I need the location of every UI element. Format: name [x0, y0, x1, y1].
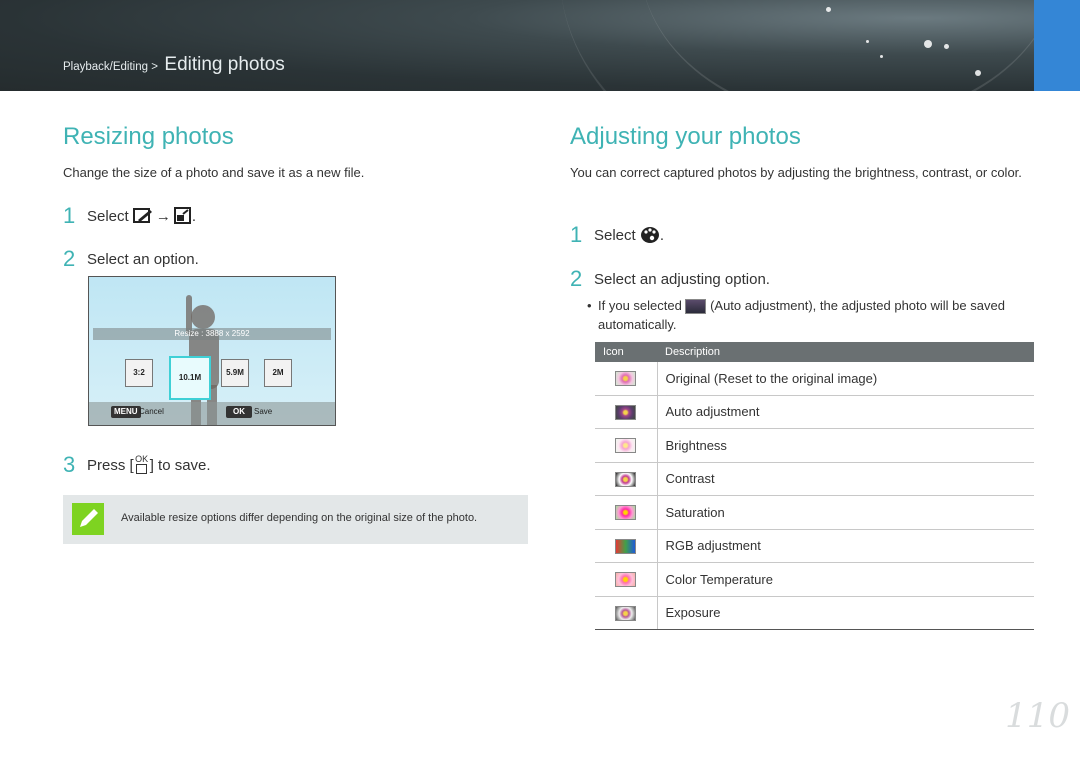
save-label: Save: [254, 407, 273, 416]
table-cell-description: RGB adjustment: [657, 529, 1034, 563]
table-cell-description: Brightness: [657, 428, 1034, 463]
banner-sparkle: [944, 44, 949, 49]
saturation-icon: [615, 505, 637, 521]
banner-sparkle: [880, 55, 883, 58]
step-text: ] to save.: [149, 456, 211, 474]
table-row: Brightness: [595, 428, 1034, 463]
size-option[interactable]: 2M: [264, 359, 292, 387]
table-header-icon: Icon: [595, 342, 657, 362]
note-box: Available resize options differ dependin…: [63, 495, 528, 544]
menu-key[interactable]: MENU: [111, 406, 141, 418]
auto-adjust-icon: [685, 299, 707, 315]
table-row: Contrast: [595, 462, 1034, 496]
brightness-icon: [615, 438, 637, 454]
camera-screen: Resize : 3888 x 2592 3:2 10.1M 5.9M 2M M…: [88, 276, 336, 426]
resize-step-3: 3 Press [ OK ] to save.: [63, 452, 211, 478]
chapter-tab[interactable]: [1034, 0, 1080, 91]
section-title-resizing: Resizing photos: [63, 123, 234, 150]
auto-adjust-icon: [615, 404, 637, 420]
adjust-options-table: Icon Description Original (Reset to the …: [595, 342, 1034, 630]
resize-step-1: 1 Select → .: [63, 203, 196, 229]
step-end: .: [659, 226, 665, 244]
step-number: 2: [63, 246, 76, 271]
banner-sparkle: [866, 40, 869, 43]
banner-sparkle: [924, 40, 932, 48]
adjust-step-2: 2 Select an adjusting option.: [570, 266, 770, 292]
resize-icon: [173, 207, 191, 224]
step-end: .: [191, 207, 197, 225]
resize-step-2: 2 Select an option.: [63, 246, 199, 272]
original-icon: [615, 371, 637, 387]
table-cell-description: Saturation: [657, 495, 1034, 530]
banner-sparkle: [975, 70, 981, 76]
adjust-step-1: 1 Select .: [570, 222, 664, 248]
table-row: Color Temperature: [595, 562, 1034, 597]
note-text: Available resize options differ dependin…: [121, 512, 478, 524]
arrow: →: [155, 207, 171, 225]
palette-icon: [640, 227, 659, 243]
size-option-selected[interactable]: 10.1M: [169, 356, 211, 400]
cancel-label: Cancel: [139, 407, 164, 416]
bullet-text-pre: If you selected: [598, 298, 682, 313]
table-row: Exposure: [595, 596, 1034, 630]
step-text: Select an option.: [87, 250, 199, 268]
size-option[interactable]: 5.9M: [221, 359, 249, 387]
table-row: RGB adjustment: [595, 529, 1034, 563]
edit-photo-icon: [132, 208, 152, 223]
breadcrumb: Playback/Editing > Editing photos: [63, 54, 285, 76]
step-number: 1: [570, 222, 583, 247]
step-text: Select an adjusting option.: [594, 270, 770, 288]
bullet-dot: •: [587, 298, 592, 313]
table-cell-description: Exposure: [657, 596, 1034, 630]
ok-key[interactable]: OK: [226, 406, 252, 418]
section-title-adjusting: Adjusting your photos: [570, 123, 801, 150]
step-text: Select: [594, 226, 636, 244]
resize-label: Resize : 3888 x 2592: [93, 328, 331, 340]
step-number: 2: [570, 266, 583, 291]
ok-button-icon: OK: [134, 453, 150, 476]
breadcrumb-section[interactable]: Playback/Editing >: [63, 61, 158, 73]
contrast-icon: [615, 471, 637, 487]
color-temp-icon: [615, 572, 637, 588]
rgb-icon: [615, 538, 637, 554]
resizing-intro: Change the size of a photo and save it a…: [63, 165, 365, 180]
table-cell-description: Color Temperature: [657, 562, 1034, 597]
page-number: 110: [1005, 696, 1070, 736]
step-number: 3: [63, 452, 76, 477]
table-row: Auto adjustment: [595, 395, 1034, 429]
adjusting-intro: You can correct captured photos by adjus…: [570, 165, 1022, 180]
table-cell-description: Contrast: [657, 462, 1034, 496]
size-option[interactable]: 3:2: [125, 359, 153, 387]
note-pencil-icon: [72, 503, 104, 535]
breadcrumb-page: Editing photos: [164, 54, 285, 75]
step-text: Press [: [87, 456, 134, 474]
step-text: Select: [87, 207, 129, 225]
exposure-icon: [615, 605, 637, 621]
table-row: Saturation: [595, 495, 1034, 530]
table-row: Original (Reset to the original image): [595, 362, 1034, 396]
ok-key-label: OK: [135, 453, 149, 464]
table-header-description: Description: [657, 342, 1034, 362]
step-number: 1: [63, 203, 76, 228]
auto-adjust-bullet: • If you selected (Auto adjustment), the…: [587, 296, 1028, 334]
table-cell-description: Auto adjustment: [657, 395, 1034, 429]
header-banner: Playback/Editing > Editing photos: [0, 0, 1080, 91]
table-cell-description: Original (Reset to the original image): [657, 362, 1034, 396]
banner-sparkle: [826, 7, 831, 12]
